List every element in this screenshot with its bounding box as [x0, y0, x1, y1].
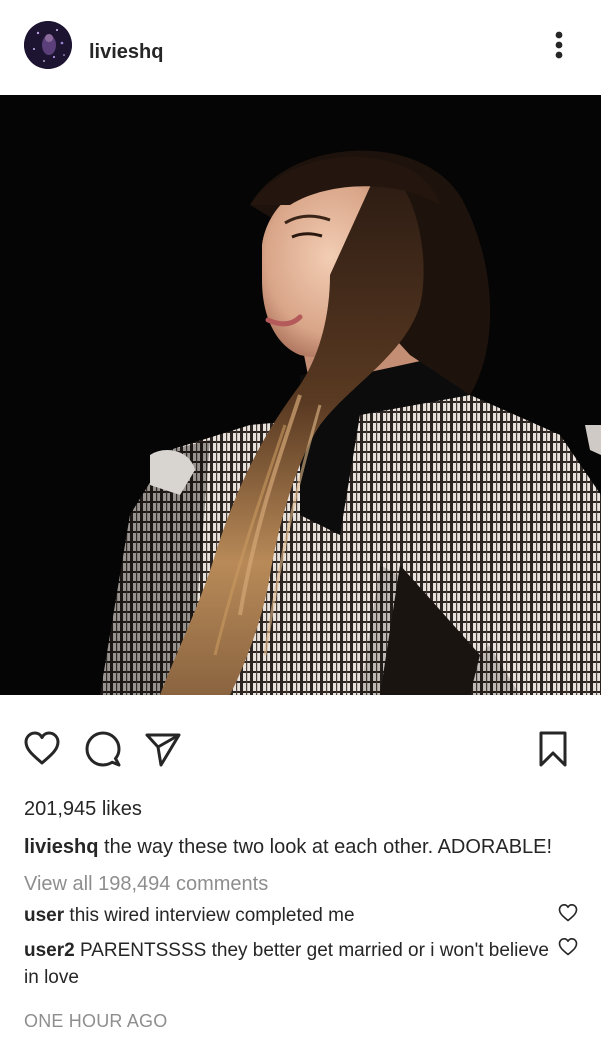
more-options-icon	[555, 31, 563, 59]
comment-item: user this wired interview completed me	[24, 902, 549, 929]
avatar[interactable]	[24, 21, 72, 69]
comment-item: user2 PARENTSSSS they better get married…	[24, 937, 549, 991]
comment-username[interactable]: user	[24, 905, 64, 926]
heart-icon	[558, 938, 578, 956]
post-actions	[0, 720, 601, 776]
avatar-image	[24, 21, 72, 69]
bookmark-icon	[539, 731, 567, 767]
comment-like-button[interactable]	[557, 902, 579, 924]
share-button[interactable]	[143, 729, 183, 769]
caption-text: the way these two look at each other. AD…	[98, 836, 553, 858]
heart-icon	[24, 731, 60, 765]
post-timestamp: ONE HOUR AGO	[24, 1011, 168, 1031]
post-caption: livieshq the way these two look at each …	[24, 834, 584, 860]
comment-text: this wired interview completed me	[64, 905, 355, 926]
save-button[interactable]	[533, 729, 573, 769]
comment-button[interactable]	[83, 729, 123, 769]
comment-username[interactable]: user2	[24, 940, 75, 961]
view-all-comments-link[interactable]: View all 198,494 comments	[24, 871, 268, 897]
likes-count[interactable]: 201,945 likes	[24, 797, 142, 821]
post-photo-image	[0, 95, 601, 695]
post-photo[interactable]	[0, 95, 601, 695]
post-username[interactable]: livieshq	[89, 40, 163, 64]
more-options-button[interactable]	[544, 28, 574, 62]
heart-icon	[558, 904, 578, 922]
like-button[interactable]	[22, 729, 62, 769]
post-header: livieshq	[0, 0, 601, 95]
comment-text: PARENTSSSS they better get married or i …	[24, 940, 549, 988]
comment-icon	[85, 731, 121, 767]
paper-plane-icon	[145, 733, 181, 767]
caption-username[interactable]: livieshq	[24, 836, 98, 858]
comment-like-button[interactable]	[557, 936, 579, 958]
